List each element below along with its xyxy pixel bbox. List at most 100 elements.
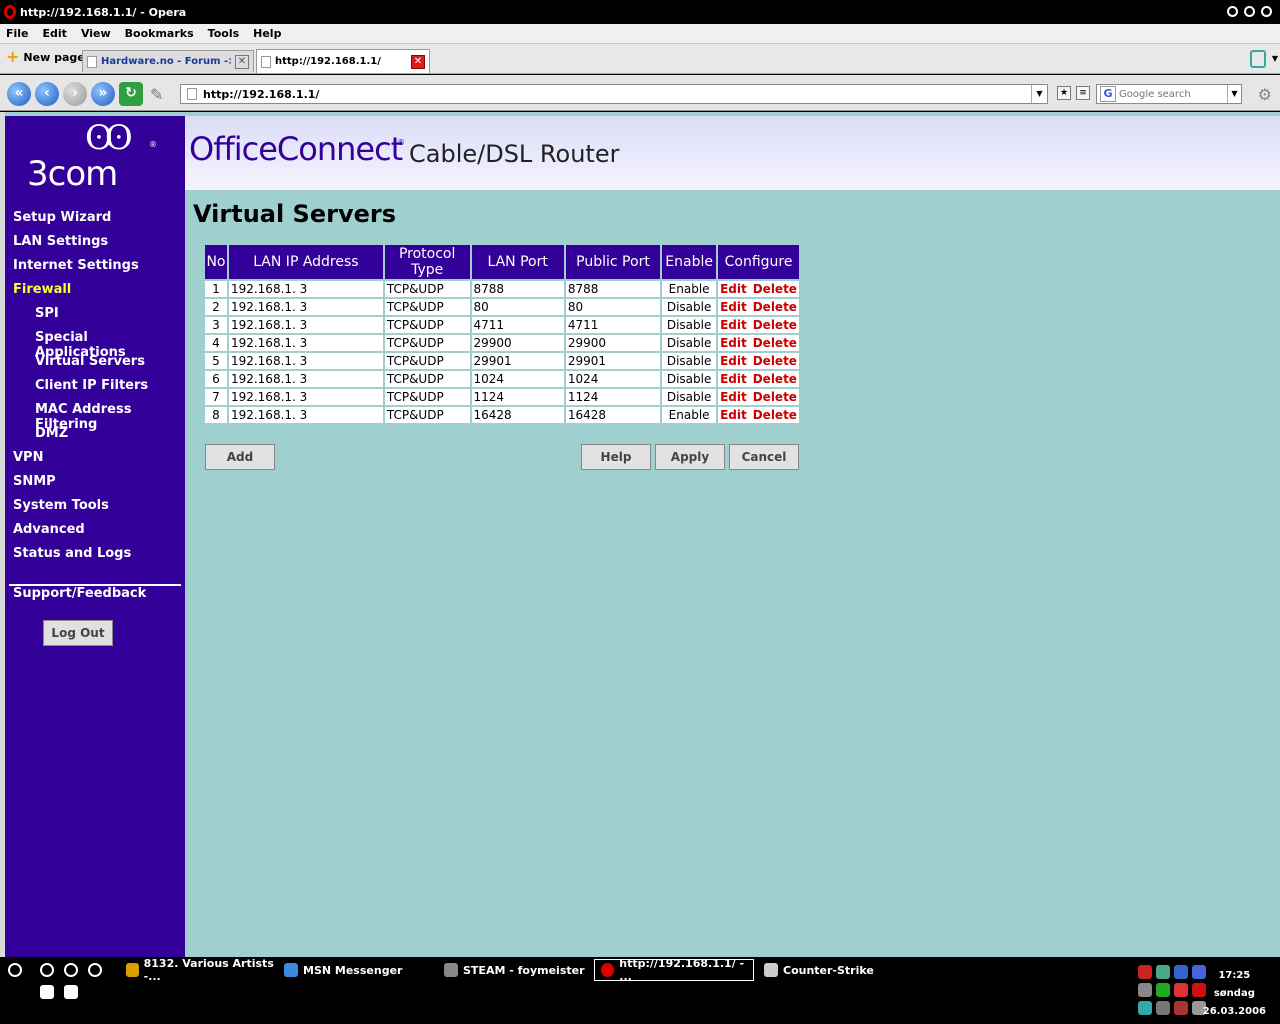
tray-icon[interactable] xyxy=(1174,1001,1188,1015)
close-tab-icon[interactable]: ✕ xyxy=(235,54,249,69)
sidebar-item-firewall[interactable]: Firewall xyxy=(13,282,183,306)
sidebar-item-internet-settings[interactable]: Internet Settings xyxy=(13,258,183,282)
sidebar-item-mac-address-filtering[interactable]: MAC Address Filtering xyxy=(13,402,183,432)
quick-launch-row2 xyxy=(40,985,78,999)
tray-icon[interactable] xyxy=(1156,983,1170,997)
edit-link[interactable]: Edit xyxy=(720,372,747,386)
quick-launch-icon[interactable] xyxy=(40,963,54,977)
sidebar-item-spi[interactable]: SPI xyxy=(13,306,183,330)
delete-link[interactable]: Delete xyxy=(753,318,797,332)
menu-edit[interactable]: Edit xyxy=(43,27,67,40)
edit-link[interactable]: Edit xyxy=(720,408,747,422)
task-counter-strike[interactable]: Counter-Strike xyxy=(758,959,918,981)
apply-button[interactable]: Apply xyxy=(655,444,725,470)
quick-launch-icon[interactable] xyxy=(88,963,102,977)
help-button[interactable]: Help xyxy=(581,444,651,470)
task-steam[interactable]: STEAM - foymeister xyxy=(438,959,594,981)
close-tab-icon[interactable]: ✕ xyxy=(411,54,425,69)
start-icon[interactable] xyxy=(8,963,22,977)
delete-link[interactable]: Delete xyxy=(753,372,797,386)
bookmark-icon[interactable]: ★ xyxy=(1057,86,1071,100)
logout-button[interactable]: Log Out xyxy=(43,620,113,646)
sidebar-item-system-tools[interactable]: System Tools xyxy=(13,498,183,522)
search-input[interactable] xyxy=(1119,88,1227,100)
tray-icon[interactable] xyxy=(1138,983,1152,997)
tray-icon[interactable] xyxy=(1174,983,1188,997)
task-opera[interactable]: http://192.168.1.1/ - ... xyxy=(594,957,754,983)
menu-bookmarks[interactable]: Bookmarks xyxy=(125,27,194,40)
tab-router[interactable]: http://192.168.1.1/ ✕ xyxy=(256,49,430,73)
back-icon[interactable]: ‹ xyxy=(35,82,59,106)
sidebar-item-advanced[interactable]: Advanced xyxy=(13,522,183,546)
tray-icon[interactable] xyxy=(1138,1001,1152,1015)
product-name: OfficeConnect xyxy=(189,130,403,168)
table-row: 2 192.168.1. 3 TCP&UDP 80 80 Disable Edit Delet… xyxy=(203,297,801,317)
sidebar-item-status-and-logs[interactable]: Status and Logs xyxy=(13,546,183,570)
registered-mark-icon: ® xyxy=(149,140,157,149)
address-url[interactable]: http://192.168.1.1/ xyxy=(203,88,1025,101)
edit-link[interactable]: Edit xyxy=(720,336,747,350)
notes-icon[interactable]: ≡ xyxy=(1076,86,1090,100)
sidebar-item-special-applications[interactable]: Special Applications xyxy=(13,330,183,360)
tray-icon[interactable] xyxy=(1156,965,1170,979)
delete-link[interactable]: Delete xyxy=(753,282,797,296)
sidebar-item-setup-wizard[interactable]: Setup Wizard xyxy=(13,210,183,234)
address-bar[interactable]: http://192.168.1.1/ ▼ xyxy=(180,84,1048,104)
reload-icon[interactable]: ↻ xyxy=(119,82,143,106)
new-page-button[interactable]: + New page xyxy=(6,49,85,65)
tray-icon[interactable] xyxy=(1174,965,1188,979)
back-to-start-icon[interactable]: « xyxy=(7,82,31,106)
cell-lan-ip: 192.168.1. 3 xyxy=(226,279,385,299)
sidebar-item-dmz[interactable]: DMZ xyxy=(13,426,183,450)
sidebar-item-support-feedback[interactable]: Support/Feedback xyxy=(13,586,146,601)
edit-link[interactable]: Edit xyxy=(720,282,747,296)
clock[interactable]: 17:25 søndag 26.03.2006 xyxy=(1203,967,1266,1021)
cell-public-port: 29900 xyxy=(563,333,663,353)
quick-launch-icon[interactable] xyxy=(40,985,54,999)
tray-icon[interactable] xyxy=(1138,965,1152,979)
chevron-down-icon[interactable]: ▼ xyxy=(1031,85,1047,103)
msn-icon xyxy=(284,963,298,977)
task-msn[interactable]: MSN Messenger xyxy=(278,959,438,981)
add-button[interactable]: Add xyxy=(205,444,275,470)
column-header-lan-port: LAN Port xyxy=(469,243,566,281)
chevron-down-icon[interactable]: ▼ xyxy=(1227,85,1241,103)
sidebar-item-snmp[interactable]: SNMP xyxy=(13,474,183,498)
delete-link[interactable]: Delete xyxy=(753,336,797,350)
trash-icon[interactable] xyxy=(1250,50,1266,68)
gear-icon[interactable]: ⚙ xyxy=(1258,85,1272,104)
minimize-icon[interactable] xyxy=(1227,6,1238,17)
cancel-button[interactable]: Cancel xyxy=(729,444,799,470)
menu-view[interactable]: View xyxy=(81,27,111,40)
sidebar-item-client-ip-filters[interactable]: Client IP Filters xyxy=(13,378,183,402)
menu-file[interactable]: File xyxy=(6,27,29,40)
edit-link[interactable]: Edit xyxy=(720,390,747,404)
delete-link[interactable]: Delete xyxy=(753,390,797,404)
close-window-icon[interactable] xyxy=(1261,6,1272,17)
forward-icon[interactable]: › xyxy=(63,82,87,106)
table-row: 3 192.168.1. 3 TCP&UDP 4711 4711 Disable Edit D… xyxy=(203,315,801,335)
quick-launch-icon[interactable] xyxy=(64,985,78,999)
delete-link[interactable]: Delete xyxy=(753,300,797,314)
sidebar-item-vpn[interactable]: VPN xyxy=(13,450,183,474)
task-music[interactable]: 8132. Various Artists -... xyxy=(120,957,280,983)
quick-launch-icon[interactable] xyxy=(64,963,78,977)
menu-help[interactable]: Help xyxy=(253,27,281,40)
search-box[interactable]: G ▼ xyxy=(1096,84,1242,104)
fast-forward-icon[interactable]: » xyxy=(91,82,115,106)
delete-link[interactable]: Delete xyxy=(753,354,797,368)
tray-icon[interactable] xyxy=(1156,1001,1170,1015)
sidebar-item-lan-settings[interactable]: LAN Settings xyxy=(13,234,183,258)
tab-hardware-forum[interactable]: Hardware.no - Forum -> ... ✕ xyxy=(82,50,254,72)
pen-icon[interactable]: ✎ xyxy=(150,85,163,104)
edit-link[interactable]: Edit xyxy=(720,300,747,314)
cell-configure: Edit Delete xyxy=(716,297,801,317)
chevron-down-icon[interactable]: ▼ xyxy=(1272,54,1278,63)
quick-launch xyxy=(8,963,22,977)
delete-link[interactable]: Delete xyxy=(753,408,797,422)
sidebar-item-virtual-servers[interactable]: Virtual Servers xyxy=(13,354,183,378)
menu-tools[interactable]: Tools xyxy=(208,27,239,40)
edit-link[interactable]: Edit xyxy=(720,318,747,332)
maximize-icon[interactable] xyxy=(1244,6,1255,17)
edit-link[interactable]: Edit xyxy=(720,354,747,368)
